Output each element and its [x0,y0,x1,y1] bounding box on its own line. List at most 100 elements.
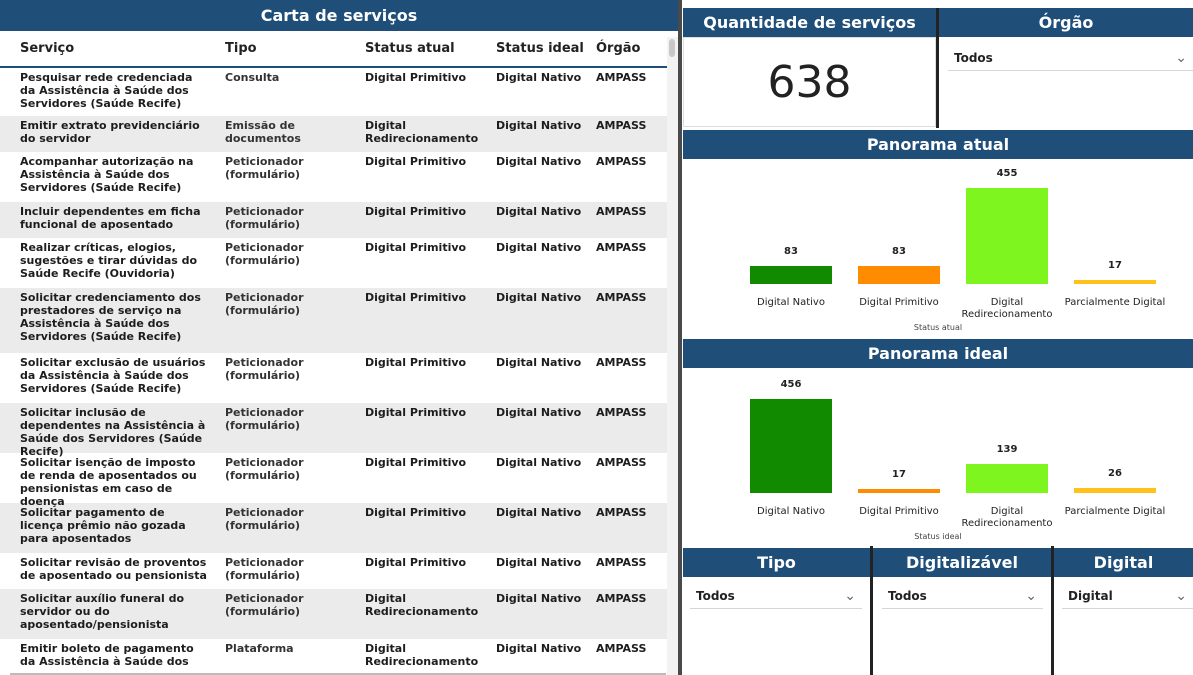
digital-dropdown-value: Digital [1068,588,1113,603]
column-header-tipo[interactable]: Tipo [215,41,355,56]
cell-tipo: Peticionador (formulário) [225,205,304,231]
cell-servico: Incluir dependentes em ficha funcional d… [20,205,201,231]
cell-servico: Emitir extrato previdenciário do servido… [20,119,200,145]
table-header: Serviço Tipo Status atual Status ideal Ó… [0,31,667,68]
column-header-orgao[interactable]: Órgão [588,41,667,56]
cell-orgao: AMPASS [596,456,647,469]
chevron-down-icon: ⌄ [1175,49,1187,66]
cell-status-ideal: Digital Nativo [496,71,582,84]
chevron-down-icon: ⌄ [1175,587,1187,604]
cell-tipo: Peticionador (formulário) [225,291,304,317]
qty-value: 638 [683,37,936,127]
cell-tipo: Peticionador (formulário) [225,406,304,432]
qty-title: Quantidade de serviços [683,8,936,37]
cell-tipo: Peticionador (formulário) [225,356,304,382]
cell-status-atual: Digital Primitivo [365,71,467,84]
table-scrollbar-thumb[interactable] [669,39,675,57]
table-row[interactable]: Emitir extrato previdenciário do servido… [0,116,667,152]
orgao-title: Órgão [939,8,1193,37]
cell-orgao: AMPASS [596,71,647,84]
cell-status-atual: Digital Primitivo [365,291,467,304]
cell-status-atual: Digital Primitivo [365,241,467,254]
bar-value-label: 17 [1108,260,1122,272]
cell-status-atual: Digital Primitivo [365,356,467,369]
category-label: Digital Redirecionamento [961,506,1053,529]
panel-divider [678,0,682,675]
chevron-down-icon: ⌄ [844,587,856,604]
bar-0-3[interactable] [1074,280,1156,284]
cell-status-ideal: Digital Nativo [496,205,582,218]
orgao-divider [936,8,939,128]
column-header-status-ideal[interactable]: Status ideal [488,41,588,56]
cell-orgao: AMPASS [596,406,647,419]
table-row[interactable]: Solicitar isenção de imposto de renda de… [0,453,667,508]
bar-1-3[interactable] [1074,487,1156,493]
cell-status-ideal: Digital Nativo [496,406,582,419]
cell-status-ideal: Digital Nativo [496,456,582,469]
panorama-atual-chart: 83 Digital Nativo 83 Digital Primitivo 455 Di… [683,159,1193,337]
category-label: Digital Primitivo [859,506,939,517]
bar-value-label: 83 [784,246,798,258]
bar-1-1[interactable] [858,489,940,493]
cell-status-ideal: Digital Nativo [496,592,582,605]
cell-servico: Solicitar inclusão de dependentes na Ass… [20,406,206,458]
chevron-down-icon: ⌄ [1025,587,1037,604]
cell-status-ideal: Digital Nativo [496,155,582,168]
table-row[interactable]: Acompanhar autorização na Assistência à … [0,152,667,202]
tipo-dropdown[interactable]: Todos ⌄ [690,583,862,609]
table-row[interactable]: Solicitar credenciamento dos prestadores… [0,288,667,353]
table-row[interactable]: Pesquisar rede credenciada da Assistênci… [0,68,667,116]
digital-title: Digital [1054,548,1193,577]
table-row[interactable]: Solicitar exclusão de usuários da Assist… [0,353,667,403]
x-axis-title: Status ideal [914,532,962,541]
bar-0-2[interactable] [966,188,1048,284]
table-row[interactable]: Solicitar inclusão de dependentes na Ass… [0,403,667,458]
category-label: Digital Primitivo [859,297,939,308]
category-label: Parcialmente Digital [1064,297,1166,308]
cell-status-ideal: Digital Nativo [496,119,582,132]
cell-orgao: AMPASS [596,205,647,218]
bar-1-2[interactable] [966,464,1048,493]
bar-value-label: 17 [892,469,906,481]
digitalizavel-dropdown-value: Todos [888,588,927,603]
column-header-servico[interactable]: Serviço [0,41,215,56]
cell-tipo: Consulta [225,71,280,84]
digitalizavel-dropdown[interactable]: Todos ⌄ [882,583,1043,609]
category-label: Digital Nativo [757,297,825,308]
digital-dropdown[interactable]: Digital ⌄ [1062,583,1193,609]
bar-1-0[interactable] [750,399,832,493]
orgao-dropdown-value: Todos [954,50,993,65]
table-row[interactable]: Solicitar pagamento de licença prêmio nã… [0,503,667,553]
table-row[interactable]: Incluir dependentes em ficha funcional d… [0,202,667,238]
cell-tipo: Peticionador (formulário) [225,155,304,181]
tipo-title: Tipo [683,548,870,577]
cell-orgao: AMPASS [596,119,647,132]
cell-servico: Solicitar isenção de imposto de renda de… [20,456,197,508]
bar-value-label: 26 [1108,467,1122,479]
bar-0-0[interactable] [750,266,832,284]
cell-tipo: Peticionador (formulário) [225,592,304,618]
cell-servico: Emitir boleto de pagamento da Assistênci… [20,642,194,668]
bar-value-label: 456 [780,379,802,390]
bar-0-1[interactable] [858,266,940,284]
cell-status-atual: Digital Redirecionamento [365,642,479,668]
column-header-status-atual[interactable]: Status atual [355,41,488,56]
cell-servico: Acompanhar autorização na Assistência à … [20,155,194,194]
services-table-panel: Carta de serviços Serviço Tipo Status at… [0,0,678,675]
cell-servico: Solicitar pagamento de licença prêmio nã… [20,506,186,545]
table-scrollbar[interactable] [667,37,678,675]
category-label: Digital Nativo [757,506,825,517]
table-row[interactable]: Solicitar auxílio funeral do servidor ou… [0,589,667,639]
cell-servico: Solicitar revisão de proventos de aposen… [20,556,207,582]
cell-status-ideal: Digital Nativo [496,291,582,304]
cell-orgao: AMPASS [596,642,647,655]
category-label: Digital Redirecionamento [961,297,1053,320]
cell-orgao: AMPASS [596,241,647,254]
table-row[interactable]: Realizar críticas, elogios, sugestões e … [0,238,667,288]
table-row[interactable]: Emitir boleto de pagamento da Assistênci… [0,639,667,669]
orgao-dropdown[interactable]: Todos ⌄ [948,45,1193,71]
table-row[interactable]: Solicitar revisão de proventos de aposen… [0,553,667,589]
cell-orgao: AMPASS [596,155,647,168]
cell-status-atual: Digital Primitivo [365,556,467,569]
cell-status-ideal: Digital Nativo [496,642,582,655]
